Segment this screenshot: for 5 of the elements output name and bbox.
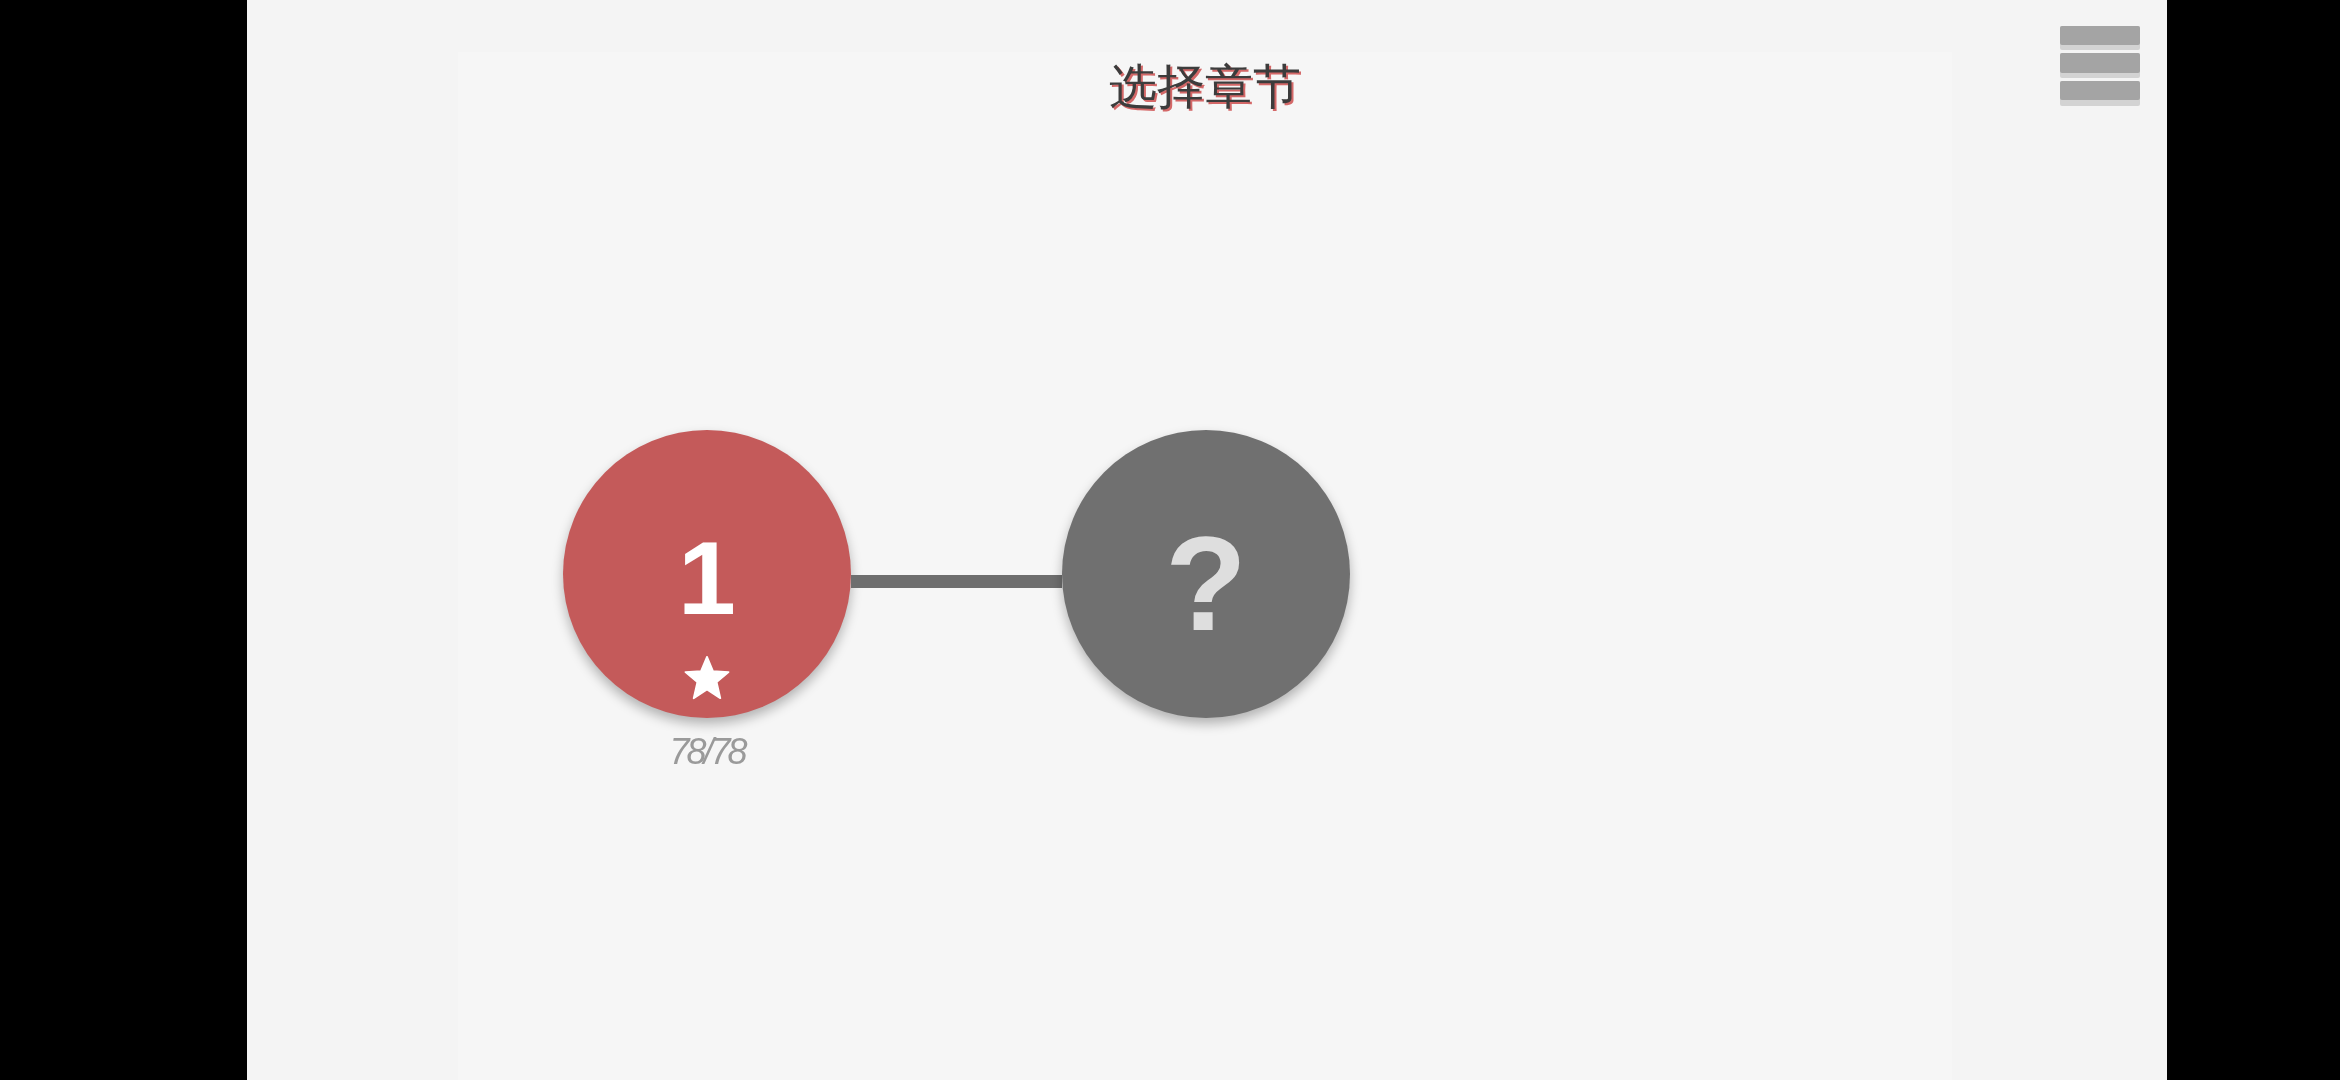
menu-icon[interactable] xyxy=(2060,26,2140,106)
chapter-button[interactable]: ? xyxy=(1062,430,1350,718)
page-title: 选择章节 xyxy=(1109,57,1301,115)
progress-count: 78/78 xyxy=(669,731,745,773)
chapter-button[interactable]: 1 xyxy=(563,430,851,718)
